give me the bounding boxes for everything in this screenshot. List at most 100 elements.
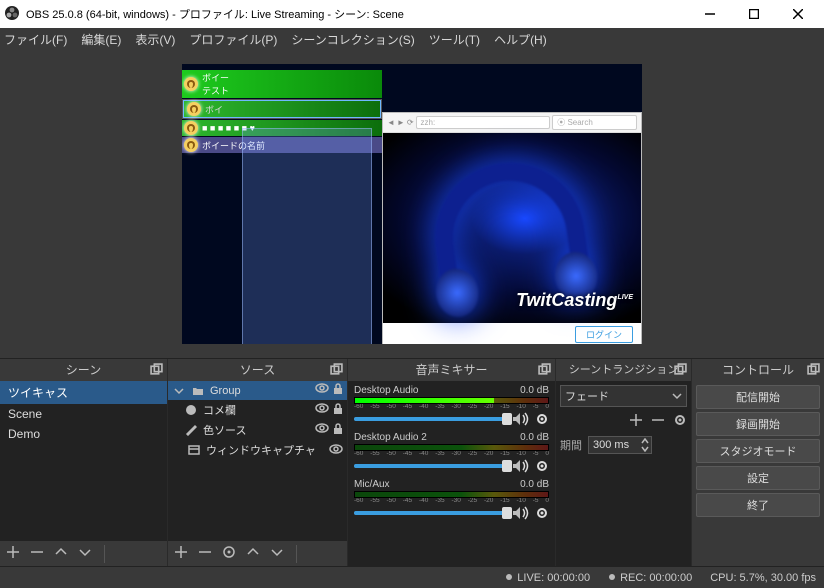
sources-list[interactable]: Group コメ欄 色ソース ウィンドウキャプチャ	[168, 381, 347, 540]
channel-name: Desktop Audio 2	[354, 432, 427, 443]
audio-meter	[354, 444, 549, 451]
sources-panel: ソース Group コメ欄 色ソース ウィ	[168, 359, 348, 566]
window-titlebar: OBS 25.0.8 (64-bit, windows) - プロファイル: L…	[0, 0, 824, 28]
visibility-icon[interactable]	[315, 383, 329, 398]
duration-label: 期間	[560, 437, 582, 453]
scene-item[interactable]: ツイキャス	[0, 381, 167, 404]
move-down-button[interactable]	[78, 545, 92, 562]
start-streaming-button[interactable]: 配信開始	[696, 385, 820, 409]
folder-icon	[191, 385, 205, 397]
popout-icon[interactable]	[538, 363, 551, 376]
scenes-list[interactable]: ツイキャス Scene Demo	[0, 381, 167, 540]
mixer-channel: Mic/Aux0.0 dB -60-55-50-45-40-35-30-25-2…	[354, 479, 549, 524]
window-title: OBS 25.0.8 (64-bit, windows) - プロファイル: L…	[26, 6, 404, 22]
source-item[interactable]: ウィンドウキャプチャ	[168, 440, 347, 460]
menu-tools[interactable]: ツール(T)	[429, 31, 480, 48]
exit-button[interactable]: 終了	[696, 493, 820, 517]
spin-up-button[interactable]	[639, 437, 651, 445]
studio-mode-button[interactable]: スタジオモード	[696, 439, 820, 463]
popout-icon[interactable]	[150, 363, 163, 376]
add-button[interactable]	[6, 545, 20, 562]
remove-button[interactable]	[30, 545, 44, 562]
lock-icon[interactable]	[333, 403, 343, 418]
mixer-channel: Desktop Audio 20.0 dB -60-55-50-45-40-35…	[354, 432, 549, 477]
remove-button[interactable]	[198, 545, 212, 562]
spin-down-button[interactable]	[639, 445, 651, 453]
speaker-icon[interactable]	[512, 459, 530, 473]
duration-spinner[interactable]	[588, 436, 652, 454]
channel-db: 0.0 dB	[520, 432, 549, 443]
scenes-title: シーン	[66, 363, 101, 377]
docks: シーン ツイキャス Scene Demo ソース Group	[0, 358, 824, 566]
speaker-icon[interactable]	[512, 506, 530, 520]
move-up-button[interactable]	[246, 545, 260, 562]
rec-status: REC: 00:00:00	[620, 572, 692, 584]
menu-profile[interactable]: プロファイル(P)	[189, 31, 277, 48]
menu-help[interactable]: ヘルプ(H)	[494, 31, 547, 48]
menu-view[interactable]: 表示(V)	[135, 31, 175, 48]
transition-settings-button[interactable]	[673, 413, 687, 430]
rec-dot-icon	[608, 572, 616, 584]
menu-file[interactable]: ファイル(F)	[4, 31, 67, 48]
audio-meter	[354, 491, 549, 498]
scene-item[interactable]: Scene	[0, 404, 167, 424]
cpu-status: CPU: 5.7%, 30.00 fps	[710, 572, 816, 584]
live-status: LIVE: 00:00:00	[517, 572, 590, 584]
volume-slider[interactable]	[354, 417, 507, 421]
visibility-icon[interactable]	[315, 423, 329, 438]
transitions-panel: シーントランジション フェード 期間	[556, 359, 692, 566]
settings-button[interactable]: 設定	[696, 466, 820, 490]
visibility-icon[interactable]	[329, 444, 343, 457]
popout-icon[interactable]	[807, 363, 820, 376]
duration-input[interactable]	[589, 437, 639, 453]
controls-panel: コントロール 配信開始 録画開始 スタジオモード 設定 終了	[692, 359, 824, 566]
preview-area[interactable]: ボイーテスト ボイ ■ ■ ■ ■ ■ ■ ♥ ボイードの名前 ◄►⟳ zzh:…	[0, 50, 824, 358]
properties-button[interactable]	[222, 545, 236, 562]
visibility-icon[interactable]	[315, 403, 329, 418]
source-item[interactable]: Group	[168, 381, 347, 400]
preview-canvas[interactable]: ボイーテスト ボイ ■ ■ ■ ■ ■ ■ ♥ ボイードの名前 ◄►⟳ zzh:…	[182, 64, 642, 344]
lock-icon[interactable]	[333, 423, 343, 438]
sources-title: ソース	[240, 363, 275, 377]
close-button[interactable]	[776, 0, 820, 28]
source-item[interactable]: 色ソース	[168, 420, 347, 440]
browser-source-preview: ◄►⟳ zzh: ⦿ Search TwitCastingLIVE ログイン	[382, 112, 642, 344]
selection-overlay[interactable]	[242, 128, 372, 344]
transitions-title: シーントランジション	[569, 364, 678, 376]
brush-icon	[184, 424, 198, 436]
status-bar: LIVE: 00:00:00 REC: 00:00:00 CPU: 5.7%, …	[0, 566, 824, 588]
channel-db: 0.0 dB	[520, 385, 549, 396]
channel-settings-button[interactable]	[535, 412, 549, 426]
maximize-button[interactable]	[732, 0, 776, 28]
audio-mixer-panel: 音声ミキサー Desktop Audio0.0 dB -60-55-50-45-…	[348, 359, 556, 566]
menu-bar: ファイル(F) 編集(E) 表示(V) プロファイル(P) シーンコレクション(…	[0, 28, 824, 50]
volume-slider[interactable]	[354, 511, 507, 515]
channel-settings-button[interactable]	[535, 459, 549, 473]
audio-meter	[354, 397, 549, 404]
scene-item[interactable]: Demo	[0, 424, 167, 444]
channel-name: Desktop Audio	[354, 385, 419, 396]
channel-name: Mic/Aux	[354, 479, 390, 490]
window-icon	[187, 444, 201, 456]
move-down-button[interactable]	[270, 545, 284, 562]
channel-settings-button[interactable]	[535, 506, 549, 520]
source-item[interactable]: コメ欄	[168, 400, 347, 420]
lock-icon[interactable]	[333, 383, 343, 398]
app-icon	[4, 5, 20, 24]
add-button[interactable]	[174, 545, 188, 562]
add-transition-button[interactable]	[629, 413, 643, 430]
expand-icon[interactable]	[172, 386, 186, 396]
scenes-toolbar	[0, 540, 167, 566]
popout-icon[interactable]	[330, 363, 343, 376]
menu-scene-collection[interactable]: シーンコレクション(S)	[291, 31, 414, 48]
start-recording-button[interactable]: 録画開始	[696, 412, 820, 436]
speaker-icon[interactable]	[512, 412, 530, 426]
transition-select[interactable]: フェード	[560, 385, 687, 407]
menu-edit[interactable]: 編集(E)	[81, 31, 121, 48]
mixer-channel: Desktop Audio0.0 dB -60-55-50-45-40-35-3…	[354, 385, 549, 430]
minimize-button[interactable]	[688, 0, 732, 28]
popout-icon[interactable]	[674, 363, 687, 376]
volume-slider[interactable]	[354, 464, 507, 468]
move-up-button[interactable]	[54, 545, 68, 562]
remove-transition-button[interactable]	[651, 413, 665, 430]
